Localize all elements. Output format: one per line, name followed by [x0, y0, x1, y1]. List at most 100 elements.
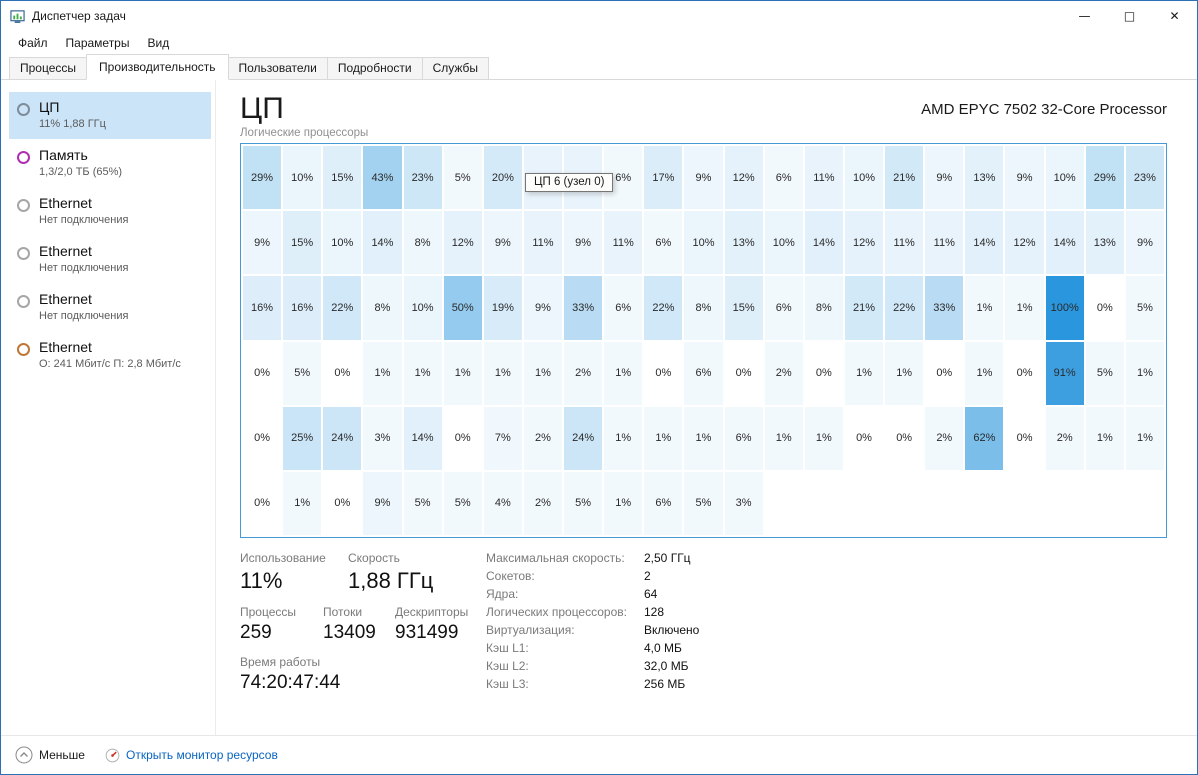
cpu-core-cell[interactable]: 9% [363, 471, 402, 535]
cpu-core-cell[interactable]: 0% [243, 406, 282, 470]
cpu-core-cell[interactable]: 20% [483, 146, 522, 210]
cpu-core-cell[interactable]: 8% [684, 276, 723, 340]
cpu-core-cell[interactable]: 9% [684, 146, 723, 210]
cpu-core-cell[interactable]: 14% [965, 211, 1004, 275]
cpu-core-cell[interactable]: 3% [724, 471, 763, 535]
cpu-core-cell[interactable]: 14% [1045, 211, 1084, 275]
cpu-core-cell[interactable]: 0% [1085, 276, 1124, 340]
cpu-core-cell[interactable]: 24% [564, 406, 603, 470]
cpu-core-cell[interactable]: 100% [1045, 276, 1084, 340]
cpu-core-cell[interactable]: 10% [844, 146, 884, 210]
cpu-core-cell[interactable]: 0% [243, 341, 282, 405]
cpu-core-cell[interactable]: 1% [1125, 406, 1164, 470]
cpu-core-cell[interactable]: 62% [965, 406, 1004, 470]
cpu-core-cell[interactable]: 19% [483, 276, 522, 340]
sidebar-item-ethernet-1[interactable]: Ethernet Нет подключения [9, 188, 211, 235]
cpu-core-cell[interactable]: 1% [764, 406, 803, 470]
cpu-core-cell[interactable]: 9% [1125, 211, 1164, 275]
menu-file[interactable]: Файл [9, 33, 57, 53]
cpu-core-cell[interactable]: 0% [1005, 406, 1044, 470]
cpu-core-cell[interactable]: 0% [644, 341, 683, 405]
cpu-core-cell[interactable]: 0% [323, 341, 362, 405]
cpu-core-cell[interactable]: 13% [1085, 211, 1124, 275]
cpu-core-cell[interactable]: 5% [564, 471, 603, 535]
cpu-core-cell[interactable]: 8% [804, 276, 843, 340]
cpu-core-cell[interactable]: 14% [363, 211, 402, 275]
close-button[interactable]: ✕ [1152, 1, 1197, 31]
cpu-core-cell[interactable]: 17% [644, 146, 683, 210]
cpu-core-cell[interactable]: 0% [885, 406, 924, 470]
cpu-core-cell[interactable]: 24% [323, 406, 362, 470]
cpu-core-cell[interactable]: 50% [443, 276, 482, 340]
cpu-core-cell[interactable]: 23% [403, 146, 442, 210]
menu-options[interactable]: Параметры [57, 33, 139, 53]
cpu-core-cell[interactable]: 15% [323, 146, 362, 210]
cpu-core-cell[interactable]: 0% [804, 341, 843, 405]
sidebar-item-ethernet-2[interactable]: Ethernet Нет подключения [9, 236, 211, 283]
cpu-core-cell[interactable]: 9% [925, 146, 964, 210]
cpu-core-cell[interactable]: 1% [604, 341, 643, 405]
cpu-core-cell[interactable]: 13% [965, 146, 1004, 210]
cpu-core-cell[interactable]: 6% [724, 406, 763, 470]
cpu-core-cell[interactable]: 10% [684, 211, 723, 275]
cpu-core-cell[interactable]: 29% [243, 146, 282, 210]
cpu-core-cell[interactable]: 0% [1005, 341, 1044, 405]
tab-processes[interactable]: Процессы [9, 57, 88, 79]
cpu-core-cell[interactable]: 9% [564, 211, 603, 275]
cpu-core-cell[interactable]: 6% [764, 276, 803, 340]
cpu-core-cell[interactable]: 1% [804, 406, 843, 470]
open-resource-monitor-link[interactable]: Открыть монитор ресурсов [105, 748, 278, 763]
cpu-core-cell[interactable]: 9% [1005, 146, 1044, 210]
cpu-core-cell[interactable]: 15% [283, 211, 322, 275]
cpu-core-cell[interactable]: 91% [1045, 341, 1084, 405]
cpu-core-cell[interactable]: 0% [443, 406, 482, 470]
cpu-core-cell[interactable]: 1% [965, 276, 1004, 340]
cpu-core-cell[interactable]: 1% [885, 341, 924, 405]
cpu-core-cell[interactable]: 7% [483, 406, 522, 470]
cpu-core-cell[interactable]: 12% [1005, 211, 1044, 275]
cpu-core-cell[interactable]: 5% [684, 471, 723, 535]
cpu-core-cell[interactable]: 11% [604, 211, 643, 275]
cpu-core-cell[interactable]: 1% [1085, 406, 1124, 470]
cpu-core-cell[interactable]: 12% [844, 211, 884, 275]
cpu-core-cell[interactable]: 1% [483, 341, 522, 405]
cpu-core-cell[interactable]: 22% [323, 276, 362, 340]
cpu-core-cell[interactable]: 1% [523, 341, 563, 405]
cpu-core-cell[interactable]: 23% [1125, 146, 1164, 210]
cpu-core-cell[interactable]: 2% [564, 341, 603, 405]
cpu-core-cell[interactable]: 29% [1085, 146, 1124, 210]
cpu-core-cell[interactable]: 21% [885, 146, 924, 210]
cpu-core-cell[interactable]: 22% [885, 276, 924, 340]
cpu-core-cell[interactable]: 5% [1085, 341, 1124, 405]
cpu-core-cell[interactable]: 5% [283, 341, 322, 405]
sidebar-item-ethernet-4[interactable]: Ethernet О: 241 Мбит/с П: 2,8 Мбит/с [9, 332, 211, 379]
maximize-button[interactable]: □ [1107, 1, 1152, 31]
cpu-core-cell[interactable]: 13% [724, 211, 763, 275]
cpu-core-cell[interactable]: 1% [443, 341, 482, 405]
cpu-core-cell[interactable]: 6% [604, 276, 643, 340]
cpu-core-cell[interactable]: 1% [1005, 276, 1044, 340]
cpu-core-cell[interactable]: 1% [363, 341, 402, 405]
cpu-core-cell[interactable]: 16% [243, 276, 282, 340]
cpu-core-cell[interactable]: 16% [283, 276, 322, 340]
cpu-core-cell[interactable]: 9% [523, 276, 563, 340]
cpu-core-cell[interactable]: 2% [1045, 406, 1084, 470]
cpu-core-cell[interactable]: 1% [283, 471, 322, 535]
cpu-core-cell[interactable]: 10% [323, 211, 362, 275]
cpu-core-cell[interactable]: 15% [724, 276, 763, 340]
cpu-core-cell[interactable]: 14% [804, 211, 843, 275]
fewer-details-button[interactable]: Меньше [15, 746, 85, 764]
cpu-core-cell[interactable]: 1% [965, 341, 1004, 405]
cpu-core-cell[interactable]: 12% [724, 146, 763, 210]
cpu-core-cell[interactable]: 10% [403, 276, 442, 340]
cpu-core-cell[interactable]: 5% [403, 471, 442, 535]
cpu-core-cell[interactable]: 33% [564, 276, 603, 340]
cpu-core-cell[interactable]: 4% [483, 471, 522, 535]
tab-services[interactable]: Службы [421, 57, 490, 79]
cpu-core-cell[interactable]: 14% [403, 406, 442, 470]
menu-view[interactable]: Вид [138, 33, 178, 53]
cpu-core-cell[interactable]: 5% [443, 146, 482, 210]
cpu-core-cell[interactable]: 6% [644, 471, 683, 535]
cpu-core-cell[interactable]: 11% [523, 211, 563, 275]
cpu-core-cell[interactable]: 6% [684, 341, 723, 405]
